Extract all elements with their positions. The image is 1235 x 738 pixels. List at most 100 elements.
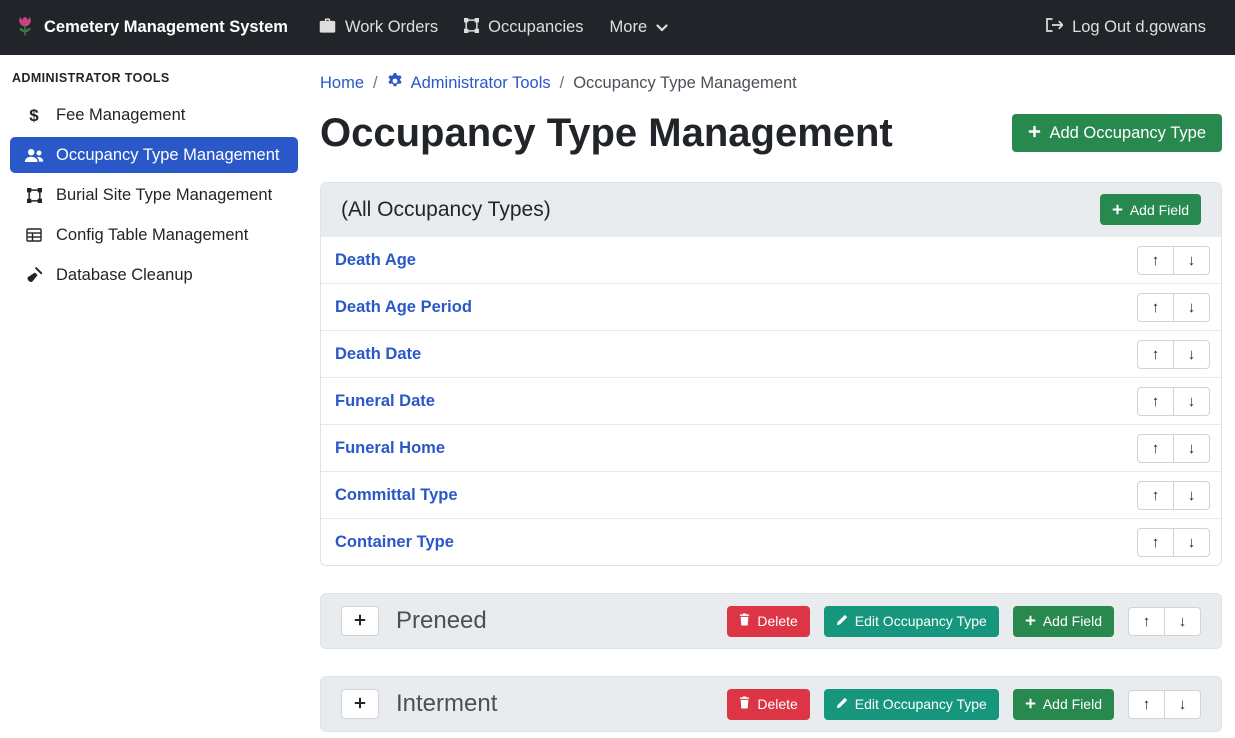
table-icon [22, 225, 46, 245]
field-row: Death Age Period ↑ ↓ [321, 283, 1221, 330]
plus-icon [354, 697, 366, 712]
move-down-button[interactable]: ↓ [1173, 387, 1210, 416]
plus-icon [1025, 613, 1036, 629]
move-up-button[interactable]: ↑ [1137, 481, 1174, 510]
sidebar-item-burial-site-type-management[interactable]: Burial Site Type Management [10, 177, 298, 213]
breadcrumb-separator: / [560, 74, 565, 93]
move-down-button[interactable]: ↓ [1173, 246, 1210, 275]
nav-occupancies[interactable]: Occupancies [451, 10, 596, 46]
field-row: Funeral Home ↑ ↓ [321, 424, 1221, 471]
delete-button[interactable]: Delete [727, 689, 809, 720]
all-occupancy-types-header: (All Occupancy Types) Add Field [321, 183, 1221, 236]
field-link[interactable]: Death Date [335, 345, 421, 364]
occupancy-type-panel-interment: Interment Delete Edit Occupancy Type [320, 676, 1222, 732]
page-title: Occupancy Type Management [320, 108, 893, 158]
move-down-button[interactable]: ↓ [1173, 340, 1210, 369]
all-occupancy-types-panel: (All Occupancy Types) Add Field Death Ag… [320, 182, 1222, 566]
occupancy-type-panel-preneed: Preneed Delete Edit Occupancy Type [320, 593, 1222, 649]
reorder-buttons: ↑ ↓ [1128, 607, 1201, 636]
move-down-button[interactable]: ↓ [1164, 690, 1201, 719]
move-down-button[interactable]: ↓ [1173, 434, 1210, 463]
sidebar-item-label: Database Cleanup [56, 266, 193, 285]
dollar-icon: $ [22, 105, 46, 125]
nav-more-label: More [610, 18, 648, 37]
panel-title: (All Occupancy Types) [341, 198, 551, 222]
move-up-button[interactable]: ↑ [1137, 293, 1174, 322]
move-up-button[interactable]: ↑ [1128, 690, 1165, 719]
pencil-icon [836, 696, 848, 712]
edit-occupancy-type-button[interactable]: Edit Occupancy Type [824, 606, 999, 637]
arrow-up-icon: ↑ [1152, 440, 1160, 457]
page-header: Occupancy Type Management Add Occupancy … [320, 108, 1222, 158]
breadcrumb-separator: / [373, 74, 378, 93]
tulip-logo-icon [16, 14, 34, 42]
sidebar-item-label: Occupancy Type Management [56, 146, 280, 165]
field-link[interactable]: Committal Type [335, 486, 458, 505]
breadcrumb-admin-tools-link[interactable]: Administrator Tools [387, 73, 551, 94]
arrow-up-icon: ↑ [1152, 346, 1160, 363]
type-actions: Delete Edit Occupancy Type Add Field ↑ [727, 606, 1201, 637]
move-up-button[interactable]: ↑ [1137, 387, 1174, 416]
nav-work-orders[interactable]: Work Orders [306, 10, 451, 46]
arrow-up-icon: ↑ [1143, 696, 1151, 713]
add-field-button[interactable]: Add Field [1013, 689, 1114, 720]
edit-occupancy-type-button[interactable]: Edit Occupancy Type [824, 689, 999, 720]
move-up-button[interactable]: ↑ [1137, 340, 1174, 369]
sidebar-item-occupancy-type-management[interactable]: Occupancy Type Management [10, 137, 298, 173]
toolbox-icon [319, 18, 336, 38]
arrow-down-icon: ↓ [1188, 440, 1196, 457]
vector-square-icon [22, 185, 46, 205]
breadcrumb: Home / Administrator Tools / Occupancy T… [320, 73, 1222, 94]
arrow-down-icon: ↓ [1188, 346, 1196, 363]
breadcrumb-home-link[interactable]: Home [320, 74, 364, 93]
field-row: Container Type ↑ ↓ [321, 518, 1221, 565]
move-down-button[interactable]: ↓ [1173, 481, 1210, 510]
logout-label: Log Out d.gowans [1072, 18, 1206, 37]
sidebar-item-database-cleanup[interactable]: Database Cleanup [10, 257, 298, 293]
field-row: Death Date ↑ ↓ [321, 330, 1221, 377]
app-brand[interactable]: Cemetery Management System [16, 14, 288, 42]
reorder-buttons: ↑ ↓ [1137, 434, 1210, 463]
sign-out-icon [1045, 18, 1063, 37]
trash-icon [739, 613, 750, 629]
field-link[interactable]: Death Age [335, 251, 416, 270]
add-field-button[interactable]: Add Field [1100, 194, 1201, 225]
sidebar-item-fee-management[interactable]: $ Fee Management [10, 97, 298, 133]
sidebar-item-label: Fee Management [56, 106, 185, 125]
expand-button[interactable] [341, 606, 379, 636]
move-up-button[interactable]: ↑ [1137, 434, 1174, 463]
reorder-buttons: ↑ ↓ [1137, 387, 1210, 416]
expand-button[interactable] [341, 689, 379, 719]
reorder-buttons: ↑ ↓ [1137, 528, 1210, 557]
field-row: Death Age ↑ ↓ [321, 236, 1221, 283]
delete-button[interactable]: Delete [727, 606, 809, 637]
arrow-up-icon: ↑ [1152, 534, 1160, 551]
logout-link[interactable]: Log Out d.gowans [1032, 10, 1219, 45]
add-occupancy-type-button[interactable]: Add Occupancy Type [1012, 114, 1222, 152]
chevron-down-icon [656, 18, 668, 37]
arrow-down-icon: ↓ [1179, 613, 1187, 630]
field-link[interactable]: Container Type [335, 533, 454, 552]
move-up-button[interactable]: ↑ [1137, 528, 1174, 557]
broom-icon [22, 265, 46, 285]
move-up-button[interactable]: ↑ [1128, 607, 1165, 636]
arrow-down-icon: ↓ [1179, 696, 1187, 713]
nav-more[interactable]: More [597, 10, 682, 45]
field-link[interactable]: Death Age Period [335, 298, 472, 317]
sidebar-item-label: Burial Site Type Management [56, 186, 272, 205]
field-link[interactable]: Funeral Date [335, 392, 435, 411]
move-down-button[interactable]: ↓ [1173, 528, 1210, 557]
move-down-button[interactable]: ↓ [1173, 293, 1210, 322]
arrow-down-icon: ↓ [1188, 487, 1196, 504]
arrow-up-icon: ↑ [1143, 613, 1151, 630]
add-field-button[interactable]: Add Field [1013, 606, 1114, 637]
arrow-up-icon: ↑ [1152, 299, 1160, 316]
arrow-down-icon: ↓ [1188, 299, 1196, 316]
sidebar-item-config-table-management[interactable]: Config Table Management [10, 217, 298, 253]
move-up-button[interactable]: ↑ [1137, 246, 1174, 275]
nav-work-orders-label: Work Orders [345, 18, 438, 37]
field-link[interactable]: Funeral Home [335, 439, 445, 458]
move-down-button[interactable]: ↓ [1164, 607, 1201, 636]
sidebar-heading: Administrator Tools [0, 59, 308, 97]
nav-occupancies-label: Occupancies [488, 18, 583, 37]
